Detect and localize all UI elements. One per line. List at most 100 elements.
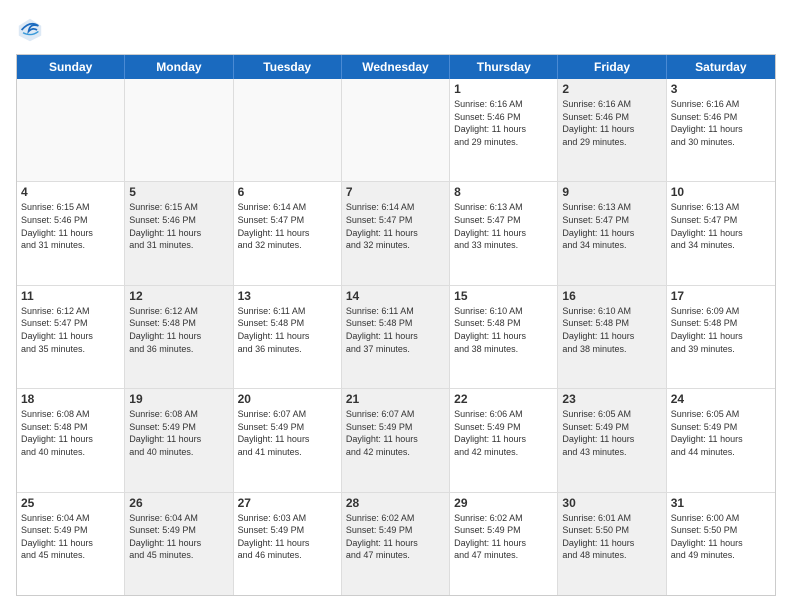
day-number: 5 (129, 185, 228, 199)
day-number: 1 (454, 82, 553, 96)
day-info: Sunrise: 6:16 AM Sunset: 5:46 PM Dayligh… (454, 98, 553, 148)
calendar-cell: 12 Sunrise: 6:12 AM Sunset: 5:48 PM Dayli… (125, 286, 233, 388)
day-info: Sunrise: 6:04 AM Sunset: 5:49 PM Dayligh… (129, 512, 228, 562)
calendar-cell: 15 Sunrise: 6:10 AM Sunset: 5:48 PM Dayli… (450, 286, 558, 388)
calendar-cell: 31 Sunrise: 6:00 AM Sunset: 5:50 PM Dayli… (667, 493, 775, 595)
weekday-header: Thursday (450, 55, 558, 79)
weekday-header: Friday (558, 55, 666, 79)
day-number: 2 (562, 82, 661, 96)
calendar-body: 1 Sunrise: 6:16 AM Sunset: 5:46 PM Daylig… (17, 79, 775, 595)
day-number: 25 (21, 496, 120, 510)
calendar-cell: 20Sunrise: 6:07 AM Sunset: 5:49 PM Dayli… (234, 389, 342, 491)
day-info: Sunrise: 6:08 AM Sunset: 5:49 PM Dayligh… (129, 408, 228, 458)
calendar-cell: 5Sunrise: 6:15 AM Sunset: 5:46 PM Daylig… (125, 182, 233, 284)
header (16, 16, 776, 44)
day-info: Sunrise: 6:12 AM Sunset: 5:47 PM Dayligh… (21, 305, 120, 355)
day-number: 4 (21, 185, 120, 199)
day-info: Sunrise: 6:02 AM Sunset: 5:49 PM Dayligh… (346, 512, 445, 562)
day-number: 28 (346, 496, 445, 510)
day-number: 22 (454, 392, 553, 406)
day-number: 14 (346, 289, 445, 303)
calendar-cell (342, 79, 450, 181)
day-number: 29 (454, 496, 553, 510)
day-info: Sunrise: 6:12 AM Sunset: 5:48 PM Dayligh… (129, 305, 228, 355)
day-info: Sunrise: 6:11 AM Sunset: 5:48 PM Dayligh… (238, 305, 337, 355)
day-number: 3 (671, 82, 771, 96)
calendar-cell: 30 Sunrise: 6:01 AM Sunset: 5:50 PM Dayli… (558, 493, 666, 595)
day-number: 31 (671, 496, 771, 510)
day-number: 9 (562, 185, 661, 199)
weekday-header: Monday (125, 55, 233, 79)
calendar-row: 18 Sunrise: 6:08 AM Sunset: 5:48 PM Dayli… (17, 389, 775, 492)
calendar-cell: 2 Sunrise: 6:16 AM Sunset: 5:46 PM Daylig… (558, 79, 666, 181)
day-number: 26 (129, 496, 228, 510)
weekday-header: Saturday (667, 55, 775, 79)
day-number: 16 (562, 289, 661, 303)
calendar-cell: 29 Sunrise: 6:02 AM Sunset: 5:49 PM Dayli… (450, 493, 558, 595)
day-info: Sunrise: 6:03 AM Sunset: 5:49 PM Dayligh… (238, 512, 337, 562)
day-number: 19 (129, 392, 228, 406)
weekday-header: Tuesday (234, 55, 342, 79)
calendar-cell: 21 Sunrise: 6:07 AM Sunset: 5:49 PM Dayli… (342, 389, 450, 491)
day-number: 10 (671, 185, 771, 199)
calendar: SundayMondayTuesdayWednesdayThursdayFrid… (16, 54, 776, 596)
calendar-cell (234, 79, 342, 181)
calendar-cell: 19 Sunrise: 6:08 AM Sunset: 5:49 PM Dayli… (125, 389, 233, 491)
day-info: Sunrise: 6:00 AM Sunset: 5:50 PM Dayligh… (671, 512, 771, 562)
day-info: Sunrise: 6:02 AM Sunset: 5:49 PM Dayligh… (454, 512, 553, 562)
day-number: 12 (129, 289, 228, 303)
day-info: Sunrise: 6:16 AM Sunset: 5:46 PM Dayligh… (671, 98, 771, 148)
day-number: 27 (238, 496, 337, 510)
calendar-cell: 6Sunrise: 6:14 AM Sunset: 5:47 PM Daylig… (234, 182, 342, 284)
day-info: Sunrise: 6:07 AM Sunset: 5:49 PM Dayligh… (238, 408, 337, 458)
weekday-header: Sunday (17, 55, 125, 79)
calendar-cell: 28 Sunrise: 6:02 AM Sunset: 5:49 PM Dayli… (342, 493, 450, 595)
day-info: Sunrise: 6:14 AM Sunset: 5:47 PM Dayligh… (346, 201, 445, 251)
calendar-cell: 11 Sunrise: 6:12 AM Sunset: 5:47 PM Dayli… (17, 286, 125, 388)
day-number: 8 (454, 185, 553, 199)
calendar-cell: 22 Sunrise: 6:06 AM Sunset: 5:49 PM Dayli… (450, 389, 558, 491)
day-info: Sunrise: 6:13 AM Sunset: 5:47 PM Dayligh… (671, 201, 771, 251)
day-number: 18 (21, 392, 120, 406)
calendar-cell: 27 Sunrise: 6:03 AM Sunset: 5:49 PM Dayli… (234, 493, 342, 595)
calendar-cell: 7Sunrise: 6:14 AM Sunset: 5:47 PM Daylig… (342, 182, 450, 284)
calendar-cell: 26 Sunrise: 6:04 AM Sunset: 5:49 PM Dayli… (125, 493, 233, 595)
calendar-cell: 14Sunrise: 6:11 AM Sunset: 5:48 PM Dayli… (342, 286, 450, 388)
day-number: 15 (454, 289, 553, 303)
day-number: 17 (671, 289, 771, 303)
day-number: 11 (21, 289, 120, 303)
calendar-row: 11 Sunrise: 6:12 AM Sunset: 5:47 PM Dayli… (17, 286, 775, 389)
page: SundayMondayTuesdayWednesdayThursdayFrid… (0, 0, 792, 612)
day-number: 30 (562, 496, 661, 510)
calendar-cell: 9 Sunrise: 6:13 AM Sunset: 5:47 PM Daylig… (558, 182, 666, 284)
calendar-row: 4 Sunrise: 6:15 AM Sunset: 5:46 PM Daylig… (17, 182, 775, 285)
day-number: 13 (238, 289, 337, 303)
day-info: Sunrise: 6:13 AM Sunset: 5:47 PM Dayligh… (454, 201, 553, 251)
calendar-cell: 3 Sunrise: 6:16 AM Sunset: 5:46 PM Daylig… (667, 79, 775, 181)
day-number: 6 (238, 185, 337, 199)
calendar-cell: 24Sunrise: 6:05 AM Sunset: 5:49 PM Dayli… (667, 389, 775, 491)
calendar-cell: 16Sunrise: 6:10 AM Sunset: 5:48 PM Dayli… (558, 286, 666, 388)
day-info: Sunrise: 6:01 AM Sunset: 5:50 PM Dayligh… (562, 512, 661, 562)
weekday-header: Wednesday (342, 55, 450, 79)
day-info: Sunrise: 6:16 AM Sunset: 5:46 PM Dayligh… (562, 98, 661, 148)
logo (16, 16, 48, 44)
calendar-row: 1 Sunrise: 6:16 AM Sunset: 5:46 PM Daylig… (17, 79, 775, 182)
calendar-cell: 1 Sunrise: 6:16 AM Sunset: 5:46 PM Daylig… (450, 79, 558, 181)
day-info: Sunrise: 6:13 AM Sunset: 5:47 PM Dayligh… (562, 201, 661, 251)
calendar-header: SundayMondayTuesdayWednesdayThursdayFrid… (17, 55, 775, 79)
day-number: 21 (346, 392, 445, 406)
calendar-cell: 17 Sunrise: 6:09 AM Sunset: 5:48 PM Dayli… (667, 286, 775, 388)
day-info: Sunrise: 6:07 AM Sunset: 5:49 PM Dayligh… (346, 408, 445, 458)
calendar-cell: 13 Sunrise: 6:11 AM Sunset: 5:48 PM Dayli… (234, 286, 342, 388)
calendar-row: 25 Sunrise: 6:04 AM Sunset: 5:49 PM Dayli… (17, 493, 775, 595)
calendar-cell: 18 Sunrise: 6:08 AM Sunset: 5:48 PM Dayli… (17, 389, 125, 491)
day-info: Sunrise: 6:15 AM Sunset: 5:46 PM Dayligh… (21, 201, 120, 251)
calendar-cell: 4 Sunrise: 6:15 AM Sunset: 5:46 PM Daylig… (17, 182, 125, 284)
day-info: Sunrise: 6:06 AM Sunset: 5:49 PM Dayligh… (454, 408, 553, 458)
day-info: Sunrise: 6:10 AM Sunset: 5:48 PM Dayligh… (454, 305, 553, 355)
calendar-cell: 10 Sunrise: 6:13 AM Sunset: 5:47 PM Dayli… (667, 182, 775, 284)
day-info: Sunrise: 6:09 AM Sunset: 5:48 PM Dayligh… (671, 305, 771, 355)
day-info: Sunrise: 6:08 AM Sunset: 5:48 PM Dayligh… (21, 408, 120, 458)
day-info: Sunrise: 6:05 AM Sunset: 5:49 PM Dayligh… (671, 408, 771, 458)
